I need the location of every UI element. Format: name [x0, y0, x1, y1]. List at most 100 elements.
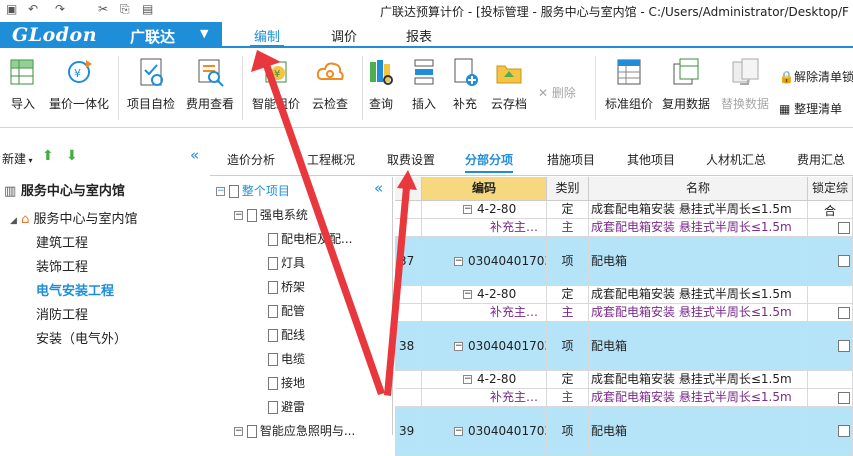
project-root[interactable]: ▥ 服务中心与室内馆 — [4, 180, 125, 199]
tab-project-overview[interactable]: 工程概况 — [307, 151, 355, 168]
row-index-cell[interactable] — [395, 286, 422, 303]
table-row[interactable]: −4-2-80 定 成套配电箱安装 悬挂式半周长≤1.5m — [395, 286, 853, 304]
tab-adjust-price[interactable]: 调价 — [327, 26, 361, 48]
unlock-list-button[interactable]: 🔒解除清单锁 — [779, 68, 853, 85]
copy-icon[interactable]: ⎘ — [120, 2, 130, 17]
row-index-cell[interactable] — [395, 219, 422, 236]
type-cell[interactable]: 主 — [547, 219, 589, 236]
code-cell[interactable]: 补充主… — [422, 304, 547, 321]
tab-edit[interactable]: 编制 — [250, 26, 285, 48]
code-cell[interactable]: −4-2-80 — [422, 286, 547, 303]
lock-checkbox[interactable] — [838, 340, 850, 352]
column-header-code[interactable]: 编码 — [422, 177, 547, 201]
cut-icon[interactable]: ✂ — [98, 2, 108, 16]
lock-cell[interactable] — [808, 304, 853, 321]
tree-item[interactable]: 配管 — [268, 302, 305, 319]
project-item[interactable]: 安装（电气外） — [36, 328, 127, 347]
lock-cell[interactable] — [808, 219, 853, 236]
subproject-node[interactable]: ◢ ⌂ 服务中心与室内馆 — [10, 208, 137, 227]
type-cell[interactable]: 定 — [547, 201, 589, 218]
name-cell[interactable]: 配电箱 — [589, 237, 808, 285]
code-cell[interactable]: −4-2-80 — [422, 371, 547, 388]
replace-data-button[interactable]: 替换数据 — [714, 56, 776, 112]
type-cell[interactable]: 主 — [547, 304, 589, 321]
name-cell[interactable]: 成套配电箱安装 悬挂式半周长≤1.5m — [589, 371, 808, 388]
lock-cell[interactable] — [808, 201, 853, 218]
reuse-data-button[interactable]: 复用数据 — [655, 56, 717, 112]
cloud-save-button[interactable]: 云存档 — [478, 56, 540, 112]
type-cell[interactable]: 主 — [547, 389, 589, 406]
lock-checkbox[interactable] — [838, 222, 850, 234]
collapse-icon[interactable]: − — [463, 205, 472, 214]
name-cell[interactable]: 配电箱 — [589, 322, 808, 370]
project-item[interactable]: 装饰工程 — [36, 256, 88, 275]
fee-check-button[interactable]: 费用查看 — [179, 56, 241, 112]
self-check-button[interactable]: 项目自检 — [120, 56, 182, 112]
paste-icon[interactable]: ▤ — [142, 2, 153, 16]
lock-cell[interactable] — [808, 237, 853, 285]
arrow-up-icon[interactable]: ⬆ — [42, 148, 54, 164]
name-cell[interactable]: 成套配电箱安装 悬挂式半周长≤1.5m — [589, 304, 808, 321]
row-index-cell[interactable] — [395, 389, 422, 406]
undo-icon[interactable]: ↶ — [28, 2, 38, 16]
tree-item[interactable]: 桥架 — [268, 278, 305, 295]
tab-fee-settings[interactable]: 取费设置 — [387, 151, 435, 168]
lock-cell[interactable] — [808, 286, 853, 303]
tab-sub-items[interactable]: 分部分项 — [465, 151, 514, 173]
tab-fee-summary[interactable]: 费用汇总 — [797, 151, 845, 168]
table-row[interactable]: −4-2-80 定 成套配电箱安装 悬挂式半周长≤1.5m — [395, 201, 853, 219]
collapse-icon[interactable]: − — [463, 375, 472, 384]
tab-measure-items[interactable]: 措施项目 — [547, 151, 595, 168]
app-menu-button[interactable]: GLodon 广联达 ▼ — [0, 22, 222, 48]
lock-cell[interactable] — [808, 322, 853, 370]
project-item[interactable]: 消防工程 — [36, 304, 88, 323]
lock-checkbox[interactable] — [838, 307, 850, 319]
project-item[interactable]: 电气安装工程 — [36, 280, 114, 299]
tab-other-items[interactable]: 其他项目 — [627, 151, 675, 168]
table-row[interactable]: 38 −030404017037 项 配电箱 — [395, 322, 853, 371]
standard-price-button[interactable]: 标准组价 — [598, 56, 660, 112]
type-cell[interactable]: 项 — [547, 237, 589, 285]
type-cell[interactable]: 项 — [547, 407, 589, 455]
name-cell[interactable]: 成套配电箱安装 悬挂式半周长≤1.5m — [589, 201, 808, 218]
row-index-cell[interactable] — [395, 371, 422, 388]
collapse-icon[interactable]: − — [463, 290, 472, 299]
import-button[interactable]: 导入 — [0, 56, 54, 112]
tab-labor-material-summary[interactable]: 人材机汇总 — [706, 151, 766, 168]
row-index-cell[interactable] — [395, 201, 422, 218]
row-index-cell[interactable]: 38 — [395, 322, 422, 370]
code-cell[interactable]: −4-2-80 — [422, 201, 547, 218]
tree-item[interactable]: 电缆 — [268, 350, 305, 367]
tree-item[interactable]: 配线 — [268, 326, 305, 343]
redo-icon[interactable]: ↷ — [55, 2, 65, 16]
tree-item[interactable]: 避雷 — [268, 398, 305, 415]
table-row[interactable]: 补充主… 主 成套配电箱安装 悬挂式半周长≤1.5m — [395, 389, 853, 407]
collapse-left-icon[interactable]: « — [190, 146, 199, 164]
lock-cell[interactable] — [808, 389, 853, 406]
code-cell[interactable]: 补充主… — [422, 219, 547, 236]
project-item[interactable]: 建筑工程 — [36, 232, 88, 251]
lock-cell[interactable] — [808, 407, 853, 455]
save-icon[interactable]: ▣ — [6, 2, 17, 16]
name-cell[interactable]: 成套配电箱安装 悬挂式半周长≤1.5m — [589, 286, 808, 303]
table-row[interactable]: 39 −030404017038 项 配电箱 — [395, 407, 853, 456]
table-row[interactable]: 补充主… 主 成套配电箱安装 悬挂式半周长≤1.5m — [395, 219, 853, 237]
column-header-type[interactable]: 类别 — [547, 177, 589, 201]
name-cell[interactable]: 成套配电箱安装 悬挂式半周长≤1.5m — [589, 219, 808, 236]
row-index-cell[interactable]: 37 — [395, 237, 422, 285]
tree-item[interactable]: 接地 — [268, 374, 305, 391]
arrow-down-icon[interactable]: ⬇ — [66, 148, 78, 164]
tree-group[interactable]: − 强电系统 — [234, 206, 308, 223]
tree-next-group[interactable]: − 智能应急照明与... — [234, 422, 355, 439]
tab-report[interactable]: 报表 — [402, 26, 436, 48]
price-integration-button[interactable]: ¥ 量价一体化 — [47, 56, 111, 112]
tab-cost-analysis[interactable]: 造价分析 — [227, 151, 275, 168]
collapse-tree-icon[interactable]: « — [374, 179, 383, 197]
collapse-icon[interactable]: − — [454, 342, 463, 351]
code-cell[interactable]: −030404017036 — [422, 237, 547, 285]
tree-root[interactable]: − 整个项目 — [216, 182, 290, 199]
organize-list-button[interactable]: ▦ 整理清单 — [779, 100, 842, 117]
column-header-lock[interactable]: 锁定综合 — [808, 177, 853, 218]
type-cell[interactable]: 项 — [547, 322, 589, 370]
type-cell[interactable]: 定 — [547, 371, 589, 388]
